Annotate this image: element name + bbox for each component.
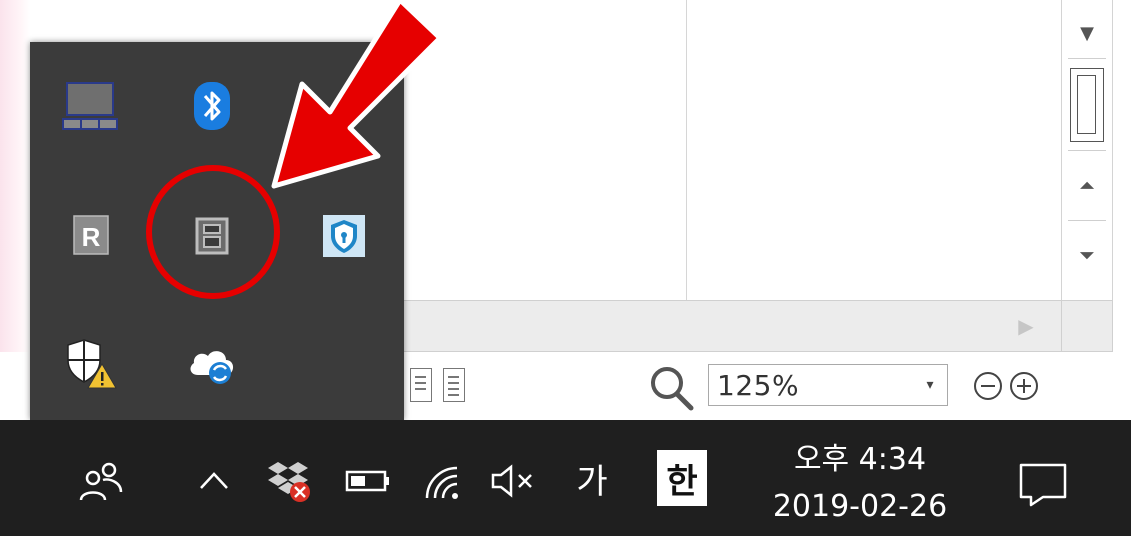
clock-time: 오후 4:34 (793, 442, 927, 477)
chevron-up-icon[interactable] (192, 458, 236, 502)
divider (1068, 220, 1106, 221)
action-center-icon[interactable] (1008, 454, 1078, 514)
bluetooth-icon[interactable] (180, 74, 244, 138)
scroll-down-icon[interactable]: ▼ (1062, 18, 1112, 48)
view-mode-icon[interactable] (410, 368, 432, 402)
zoom-out-icon[interactable] (974, 372, 1002, 400)
chevron-down-icon[interactable]: ▾ (913, 365, 947, 405)
battery-icon[interactable] (338, 462, 398, 498)
page-view-icon[interactable] (443, 368, 465, 402)
svg-text:R: R (82, 222, 101, 252)
annotation-arrow-icon (271, 0, 443, 189)
people-icon[interactable] (70, 454, 134, 508)
vertical-scrollbar[interactable]: ▼ ⏶ ⏷ (1061, 0, 1113, 300)
volume-muted-icon[interactable] (484, 456, 544, 506)
security-shield-icon[interactable] (312, 204, 376, 268)
wifi-icon[interactable] (414, 456, 470, 506)
divider (1068, 150, 1106, 151)
scroll-right-icon[interactable]: ▶ (1001, 301, 1051, 351)
zoom-magnifier-icon[interactable] (648, 364, 696, 412)
next-page-icon[interactable]: ⏷ (1062, 230, 1112, 280)
scroll-thumb[interactable] (1070, 68, 1104, 142)
taskbar: 가 한 오후 4:34 2019-02-26 (0, 420, 1131, 536)
windows-security-warning-icon[interactable] (58, 332, 122, 396)
scroll-thumb-inner (1077, 75, 1096, 134)
zoom-value: 125% (717, 368, 800, 402)
dropbox-error-icon[interactable] (262, 452, 318, 508)
ime-language-indicator[interactable]: 한 (657, 450, 707, 506)
clock[interactable]: 오후 4:34 2019-02-26 (740, 438, 980, 534)
scrollbar-corner (1061, 300, 1113, 352)
previous-page-icon[interactable]: ⏶ (1062, 160, 1112, 210)
zoom-in-icon[interactable] (1010, 372, 1038, 400)
divider (1068, 58, 1106, 59)
zoom-input[interactable]: 125% ▾ (708, 364, 948, 406)
page-edge-line (686, 0, 687, 300)
clock-date: 2019-02-26 (772, 489, 948, 524)
laptop-display-icon[interactable] (58, 74, 122, 138)
r-app-icon[interactable]: R (58, 204, 122, 268)
ime-mode-indicator[interactable]: 가 (560, 450, 624, 506)
cloud-sync-icon[interactable] (180, 332, 244, 396)
